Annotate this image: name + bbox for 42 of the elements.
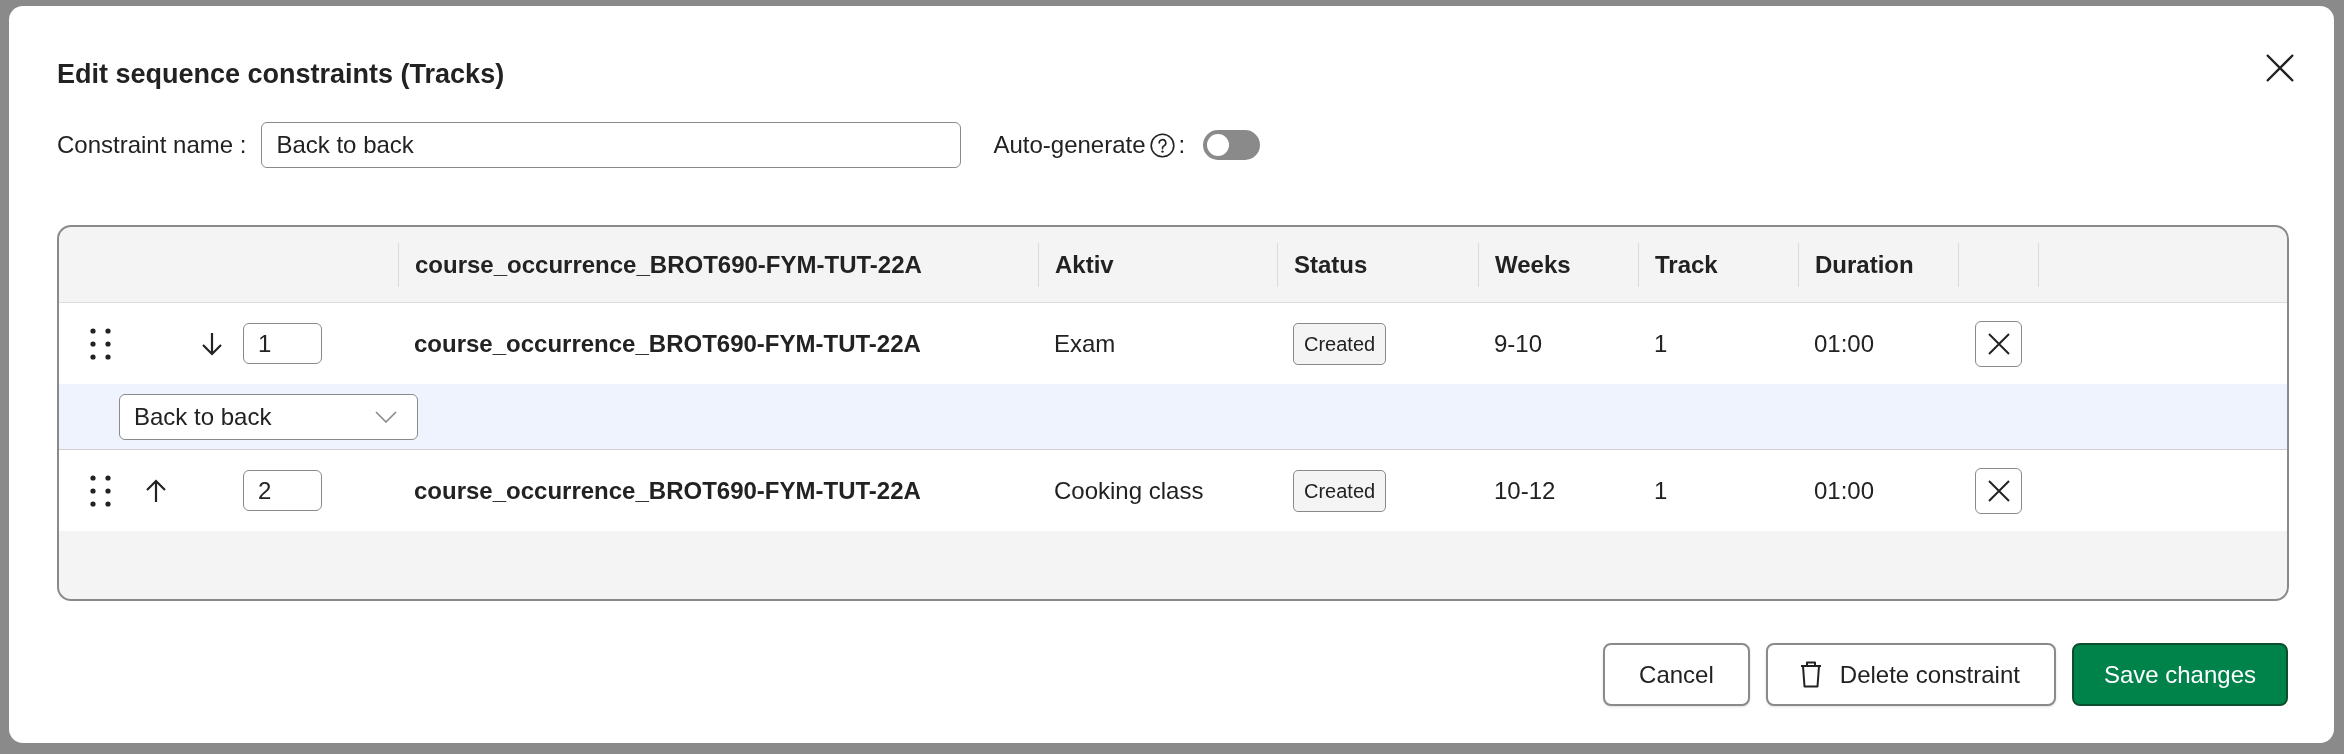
colon-text: : <box>1178 130 1186 160</box>
table-cell-text: Cooking class <box>1054 475 1204 506</box>
arrow-up-icon[interactable] <box>144 477 168 504</box>
table-cell-text: Exam <box>1054 328 1116 359</box>
table-cell-text: 1 <box>1654 475 1668 506</box>
remove-button[interactable] <box>1975 467 2022 514</box>
order-input[interactable]: 1 <box>243 323 322 364</box>
arrow-down-icon[interactable] <box>200 330 224 357</box>
table-cell-text: course_occurrence_BROT690-FYM-TUT-22A <box>414 328 921 359</box>
column-header: Track <box>1655 249 1718 280</box>
table-cell-text: 1 <box>1654 328 1668 359</box>
link-type-select[interactable]: Back to back <box>119 393 418 440</box>
toggle-label: Auto-generate <box>993 130 1146 160</box>
status-badge: Created <box>1293 322 1387 365</box>
dialog-title: Edit sequence constraints (Tracks) <box>57 58 505 91</box>
chevron-down-icon <box>375 410 397 423</box>
help-icon[interactable] <box>1149 132 1175 158</box>
auto-generate-toggle[interactable] <box>1203 130 1261 160</box>
cancel-button[interactable]: Cancel <box>1603 643 1750 706</box>
close-icon <box>2265 53 2295 83</box>
column-header: Aktiv <box>1055 249 1114 280</box>
column-header: course_occurrence_BROT690-FYM-TUT-22A <box>415 249 922 280</box>
column-header: Duration <box>1815 249 1914 280</box>
remove-button[interactable] <box>1975 320 2022 367</box>
table-cell-text: course_occurrence_BROT690-FYM-TUT-22A <box>414 475 921 506</box>
table-cell-text: 10-12 <box>1494 475 1556 506</box>
table-cell-text: 01:00 <box>1814 328 1875 359</box>
drag-handle-icon[interactable] <box>90 327 111 360</box>
close-icon <box>1986 478 2011 503</box>
close-icon <box>1986 331 2011 356</box>
table-cell-text: 01:00 <box>1814 475 1875 506</box>
field-label: Constraint name : <box>57 130 247 160</box>
save-button[interactable]: Save changes <box>2071 643 2288 706</box>
table-cell-text: 9-10 <box>1494 328 1543 359</box>
column-header: Status <box>1294 249 1368 280</box>
column-header: Weeks <box>1495 249 1571 280</box>
name-input[interactable]: Back to back <box>261 122 962 168</box>
trash-icon <box>1799 661 1822 688</box>
delete-button[interactable]: Delete constraint <box>1765 643 2056 706</box>
drag-handle-icon[interactable] <box>90 474 111 507</box>
status-badge: Created <box>1293 469 1387 512</box>
order-input[interactable]: 2 <box>243 470 322 511</box>
